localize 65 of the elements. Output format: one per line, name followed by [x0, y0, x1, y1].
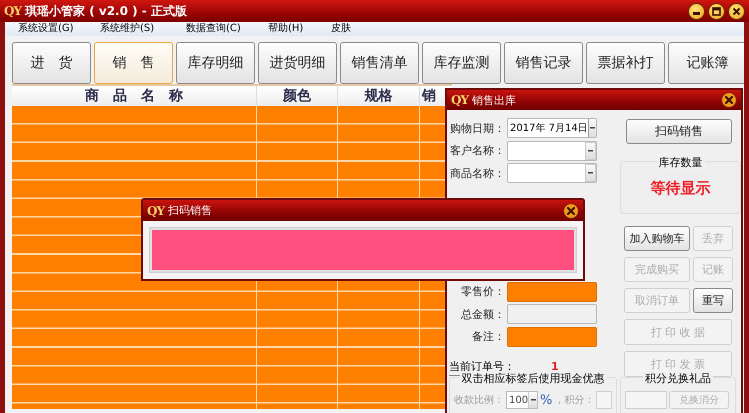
close-icon [721, 92, 737, 108]
barcode-input[interactable] [150, 228, 576, 272]
stock-status: 等待显示 [650, 179, 710, 198]
field-label: 总金额： [460, 306, 506, 322]
app-logo: QY [451, 93, 468, 107]
panel-title: 库存数量 [656, 155, 704, 170]
toolbar-button[interactable]: 库存监测 [422, 42, 501, 84]
order-number: 1 [551, 360, 559, 373]
points-field[interactable] [596, 391, 612, 409]
combo-box[interactable] [507, 140, 597, 160]
menu-item[interactable]: 数据查询(C) [186, 22, 241, 36]
minimize-icon [693, 12, 700, 15]
menu-item[interactable]: 帮助(H) [268, 22, 304, 36]
column-header: 商 品 名 称 [12, 86, 257, 106]
toolbar-button[interactable]: 销 售 [94, 42, 173, 84]
scan-button[interactable]: 扫码销售 [626, 119, 732, 144]
field-label: 收款比例： [454, 394, 504, 407]
window-title: 琪瑶小管家 ( v2.0 ) - 正式版 [25, 2, 187, 20]
close-button[interactable] [563, 202, 579, 218]
column-header: 规格 [338, 86, 420, 106]
unit-label: % [540, 392, 552, 408]
toolbar-button[interactable]: 进货明细 [258, 42, 337, 84]
field-label: 零售价： [460, 284, 506, 299]
field-label: ，积分： [554, 394, 594, 407]
toolbar-button[interactable]: 进 货 [12, 42, 91, 84]
dropdown-icon [587, 171, 594, 175]
action-button[interactable]: 加入购物车 [624, 226, 690, 251]
column-header: 颜色 [257, 86, 338, 106]
close-icon [563, 202, 579, 218]
input-field[interactable] [507, 304, 597, 324]
field-label: 商品名称： [449, 166, 506, 180]
order-label: 当前订单号： [449, 359, 515, 373]
toolbar-button[interactable]: 销售清单 [340, 42, 419, 84]
close-icon [732, 6, 741, 16]
input-field[interactable] [625, 391, 667, 409]
toolbar-button[interactable]: 记账簿 [668, 42, 747, 84]
app-logo: QY [4, 4, 22, 18]
field-label: 备注： [471, 329, 506, 344]
app-logo: QY [147, 204, 164, 218]
date-picker[interactable]: 2017年 7月14日 [507, 118, 597, 138]
close-button[interactable] [728, 2, 745, 20]
menu-item[interactable]: 系统设置(G) [18, 22, 74, 36]
maximize-icon [712, 6, 721, 16]
toolbar-button[interactable]: 销售记录 [504, 42, 583, 84]
group-title: 双击相应标签后使用现金优惠 [460, 371, 606, 386]
dropdown-icon [530, 398, 537, 402]
maximize-button[interactable] [708, 2, 725, 20]
menu-item[interactable]: 皮肤 [331, 22, 351, 36]
ratio-select[interactable]: 100 [506, 391, 538, 409]
toolbar-button[interactable]: 票据补打 [586, 42, 665, 84]
input-field[interactable] [507, 282, 597, 302]
dropdown-icon [587, 148, 594, 152]
menu-item[interactable]: 系统维护(S) [100, 22, 154, 36]
dropdown-icon [588, 126, 596, 130]
field-label: 购物日期： [449, 120, 506, 136]
action-button[interactable]: 重写 [693, 288, 733, 313]
group-title: 积分兑换礼品 [643, 371, 713, 386]
dialog-title: 扫码销售 [168, 203, 212, 218]
combo-box[interactable] [507, 163, 597, 183]
field-label: 客户名称： [449, 143, 506, 158]
minimize-button[interactable] [688, 2, 705, 20]
dialog-title: 销售出库 [472, 92, 516, 108]
toolbar-button[interactable]: 库存明细 [176, 42, 255, 84]
input-field[interactable] [507, 326, 597, 346]
close-button[interactable] [721, 92, 737, 108]
